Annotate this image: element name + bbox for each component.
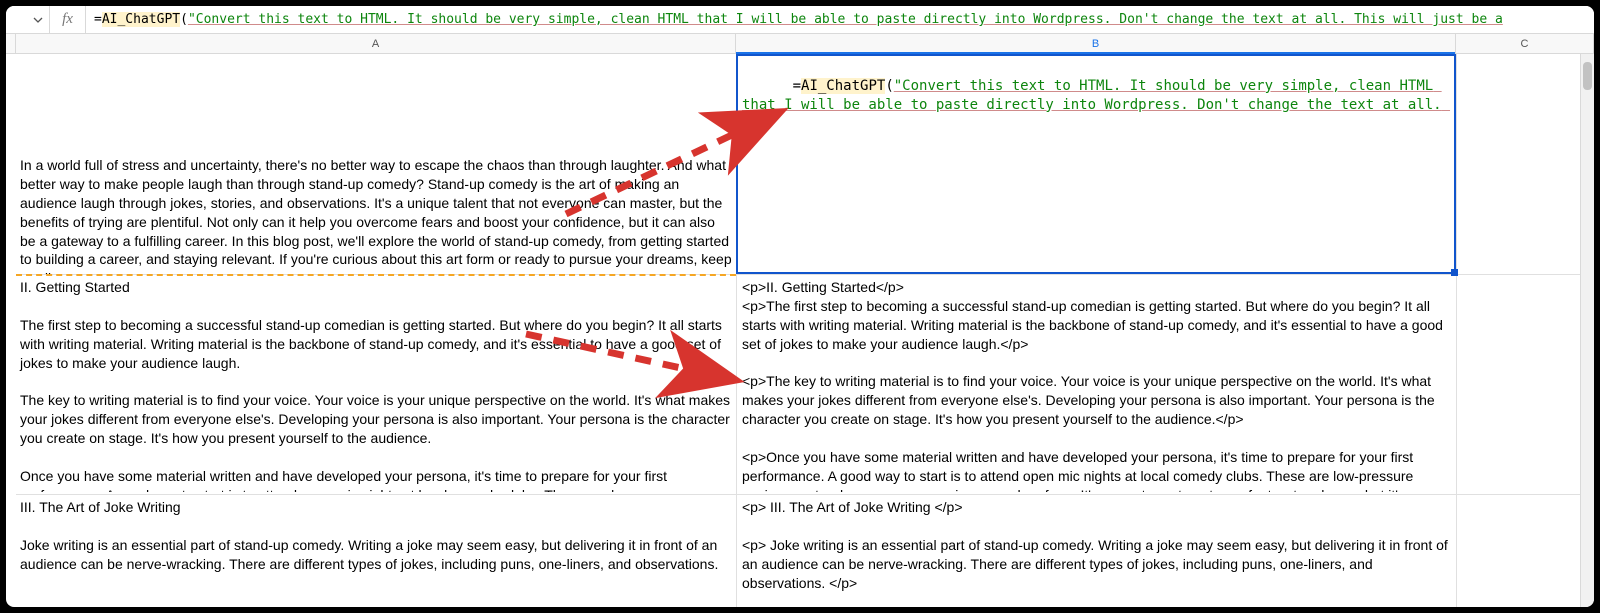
cell-b1[interactable]: =AI_ChatGPT("Convert this text to HTML. … — [738, 56, 1456, 116]
name-box[interactable] — [6, 6, 50, 33]
grid-vline — [1456, 54, 1457, 607]
column-header-a[interactable]: A — [16, 34, 736, 53]
formula-bar: fx =AI_ChatGPT("Convert this text to HTM… — [6, 6, 1594, 34]
formula-paren: ( — [180, 12, 188, 27]
cell-b3[interactable]: <p> III. The Art of Joke Writing </p> <p… — [738, 496, 1456, 607]
grid-area[interactable]: In a world full of stress and uncertaint… — [6, 54, 1594, 607]
cell-b1-eq: = — [793, 78, 801, 94]
cell-b1-fn: AI_ChatGPT — [801, 78, 885, 94]
grid-hline — [16, 494, 1594, 495]
formula-fn: AI_ChatGPT — [102, 12, 180, 27]
column-header-c[interactable]: C — [1456, 34, 1594, 53]
grid-vline — [736, 54, 737, 607]
cell-a3[interactable]: III. The Art of Joke Writing Joke writin… — [16, 496, 736, 607]
formula-equals: = — [94, 12, 102, 27]
grid-hline — [16, 274, 1594, 275]
column-header-b[interactable]: B — [736, 34, 1456, 53]
cell-b2[interactable]: <p>II. Getting Started</p> <p>The first … — [738, 276, 1456, 492]
formula-string: "Convert this text to HTML. It should be… — [188, 12, 1503, 27]
spreadsheet-window: fx =AI_ChatGPT("Convert this text to HTM… — [6, 6, 1594, 607]
vertical-scrollbar[interactable] — [1580, 54, 1594, 607]
cell-b1-open: ( — [885, 78, 893, 94]
cell-a2[interactable]: II. Getting Started The first step to be… — [16, 276, 736, 492]
column-headers: A B C — [6, 34, 1594, 54]
formula-input[interactable]: =AI_ChatGPT("Convert this text to HTML. … — [86, 6, 1594, 33]
scrollbar-thumb[interactable] — [1583, 62, 1592, 90]
select-all-corner[interactable] — [6, 34, 16, 53]
fx-icon: fx — [50, 6, 86, 33]
cell-a1[interactable]: In a world full of stress and uncertaint… — [16, 154, 736, 274]
chevron-down-icon — [33, 15, 43, 25]
